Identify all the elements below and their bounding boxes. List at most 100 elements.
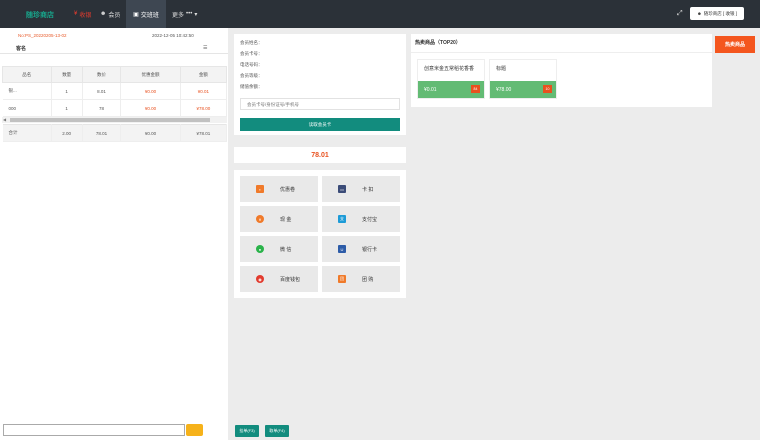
product-footer: ¥0.01 84 xyxy=(418,81,484,98)
cart-table: 品名 数量 数价 优惠金额 金额 银... 1 8.01 ¥0.00 ¥0.01… xyxy=(2,66,228,142)
user-icon: ☻ xyxy=(100,11,107,17)
coupon-icon: ▪ xyxy=(256,185,264,193)
pay-group-buy-button[interactable]: 团 团 购 xyxy=(322,266,400,292)
chevron-down-icon: ▾ xyxy=(194,11,198,18)
member-name-label: 会员姓名： xyxy=(240,40,263,45)
pay-alipay-button[interactable]: 支 支付宝 xyxy=(322,206,400,232)
pay-baidu-wallet-button[interactable]: ◉ 百度钱包 xyxy=(240,266,318,292)
order-number: No:PS_20220205-13-02 xyxy=(18,33,67,38)
top-bar: 随珍商店 ¥ 收银 ☻ 会员 ▣ 交班班 更多 ••• ▾ ⤢ ☻ 随珍商店 [… xyxy=(0,0,760,28)
pay-coupon-button[interactable]: ▪ 优惠卷 xyxy=(240,176,318,202)
member-card-label: 会员卡号： xyxy=(240,51,263,56)
scroll-thumb[interactable] xyxy=(10,118,210,122)
nav-member[interactable]: ☻ 会员 xyxy=(100,0,120,28)
member-phone-label: 电话号码： xyxy=(240,62,263,67)
user-menu-button[interactable]: ☻ 随珍商店 [ 收银 ] xyxy=(690,7,744,20)
member-level-label: 会员等级： xyxy=(240,73,263,78)
product-name: 标题 xyxy=(496,66,507,72)
horizontal-scrollbar[interactable]: ◀ xyxy=(2,117,227,123)
product-stock: 84 xyxy=(471,85,480,93)
member-search-input[interactable] xyxy=(240,98,400,110)
cash-icon: ¥ xyxy=(256,215,264,223)
scroll-left-icon[interactable]: ◀ xyxy=(3,117,6,122)
customer-select-icon[interactable]: ☰ xyxy=(203,45,207,51)
col-discount: 优惠金额 xyxy=(120,66,181,83)
fetch-order-button[interactable]: 取单(F4) xyxy=(265,425,289,437)
total-discount: ¥0.00 xyxy=(120,124,181,142)
col-amount: 金额 xyxy=(179,66,228,83)
barcode-submit-button[interactable] xyxy=(186,424,203,436)
col-price: 数价 xyxy=(81,66,122,83)
hot-products-panel: 热卖商品（TOP20） 创意米金五常稻花香香 ¥0.01 84 标题 ¥78.0… xyxy=(411,34,712,107)
barcode-input[interactable] xyxy=(3,424,185,436)
product-footer: ¥78.00 10 xyxy=(490,81,556,98)
pay-label: 银行卡 xyxy=(362,247,378,253)
cell-price: 8.01 xyxy=(82,82,122,100)
hot-products-title: 热卖商品（TOP20） xyxy=(415,40,461,46)
card-icon: ▭ xyxy=(338,185,346,193)
amount-due: 78.01 xyxy=(234,147,406,163)
pay-unionpay-button[interactable]: U 银行卡 xyxy=(322,236,400,262)
pay-label: 现 金 xyxy=(280,217,292,223)
fullscreen-icon[interactable]: ⤢ xyxy=(677,10,683,18)
order-time: 2022-12-05 10:42:50 xyxy=(152,33,194,38)
product-stock: 10 xyxy=(543,85,552,93)
wechat-icon: ● xyxy=(256,245,264,253)
nav-shift-label: 交班班 xyxy=(140,12,159,19)
pay-label: 团 购 xyxy=(362,277,374,283)
more-dots-icon: ••• xyxy=(186,11,193,17)
hang-order-button[interactable]: 挂单(F3) xyxy=(235,425,259,437)
pay-label: 优惠卷 xyxy=(280,187,296,193)
nav-shift[interactable]: ▣ 交班班 xyxy=(126,0,166,28)
pay-wechat-button[interactable]: ● 微 信 xyxy=(240,236,318,262)
pay-label: 微 信 xyxy=(280,247,292,253)
baidu-wallet-icon: ◉ xyxy=(256,275,264,283)
product-card[interactable]: 创意米金五常稻花香香 ¥0.01 84 xyxy=(417,59,485,99)
pay-cash-button[interactable]: ¥ 现 金 xyxy=(240,206,318,232)
read-member-card-button[interactable]: 读取会员卡 xyxy=(240,118,400,131)
nav-checkout-label: 收银 xyxy=(79,12,92,19)
unionpay-icon: U xyxy=(338,245,346,253)
total-qty: 2.00 xyxy=(51,124,83,142)
cell-amount: ¥78.00 xyxy=(180,99,228,117)
total-row: 合计 2.00 78.01 ¥0.00 ¥78.01 xyxy=(2,124,228,142)
nav-member-label: 会员 xyxy=(108,12,121,19)
product-card[interactable]: 标题 ¥78.00 10 xyxy=(489,59,557,99)
table-row[interactable]: 银... 1 8.01 ¥0.00 ¥0.01 xyxy=(2,82,228,100)
shift-icon: ▣ xyxy=(133,11,139,18)
user-menu-label: 随珍商店 [ 收银 ] xyxy=(703,10,737,16)
member-balance-label: 储值余额： xyxy=(240,84,263,89)
col-name: 品名 xyxy=(2,66,52,83)
cell-price: 78 xyxy=(82,99,122,117)
member-panel: 会员姓名： 会员卡号： 电话号码： 会员等级： 储值余额： 读取会员卡 xyxy=(234,34,406,135)
product-price: ¥0.01 xyxy=(424,87,437,93)
total-label: 合计 xyxy=(2,124,52,142)
customer-label: 客名 xyxy=(16,46,27,52)
product-price: ¥78.00 xyxy=(496,87,512,93)
user-icon: ☻ xyxy=(696,11,702,16)
hot-products-tab[interactable]: 热卖商品 xyxy=(715,36,755,53)
cell-discount: ¥0.00 xyxy=(120,99,181,117)
cell-qty: 1 xyxy=(51,99,83,117)
pay-label: 百度钱包 xyxy=(280,277,301,283)
store-logo: 随珍商店 xyxy=(26,12,54,19)
cell-amount: ¥0.01 xyxy=(180,82,228,100)
cell-name: 银... xyxy=(2,82,52,100)
nav-checkout[interactable]: ¥ 收银 xyxy=(74,0,91,28)
payment-methods: ▪ 优惠卷 ▭ 卡 扣 ¥ 现 金 支 支付宝 ● 微 信 U 银行卡 ◉ 百度… xyxy=(234,170,406,298)
divider xyxy=(411,52,712,53)
nav-more-label: 更多 xyxy=(172,12,185,19)
table-row[interactable]: 000 1 78 ¥0.00 ¥78.00 xyxy=(2,99,228,117)
nav-more[interactable]: 更多 ••• ▾ xyxy=(172,0,199,28)
pay-label: 支付宝 xyxy=(362,217,378,223)
alipay-icon: 支 xyxy=(338,215,346,223)
checkout-icon: ¥ xyxy=(74,11,78,17)
divider xyxy=(0,53,228,54)
cell-name: 000 xyxy=(2,99,52,117)
product-name: 创意米金五常稻花香香 xyxy=(424,66,475,72)
group-buy-icon: 团 xyxy=(338,275,346,283)
cart-panel: No:PS_20220205-13-02 2022-12-05 10:42:50… xyxy=(0,28,228,440)
cell-qty: 1 xyxy=(51,82,83,100)
pay-card-button[interactable]: ▭ 卡 扣 xyxy=(322,176,400,202)
cell-discount: ¥0.00 xyxy=(120,82,181,100)
